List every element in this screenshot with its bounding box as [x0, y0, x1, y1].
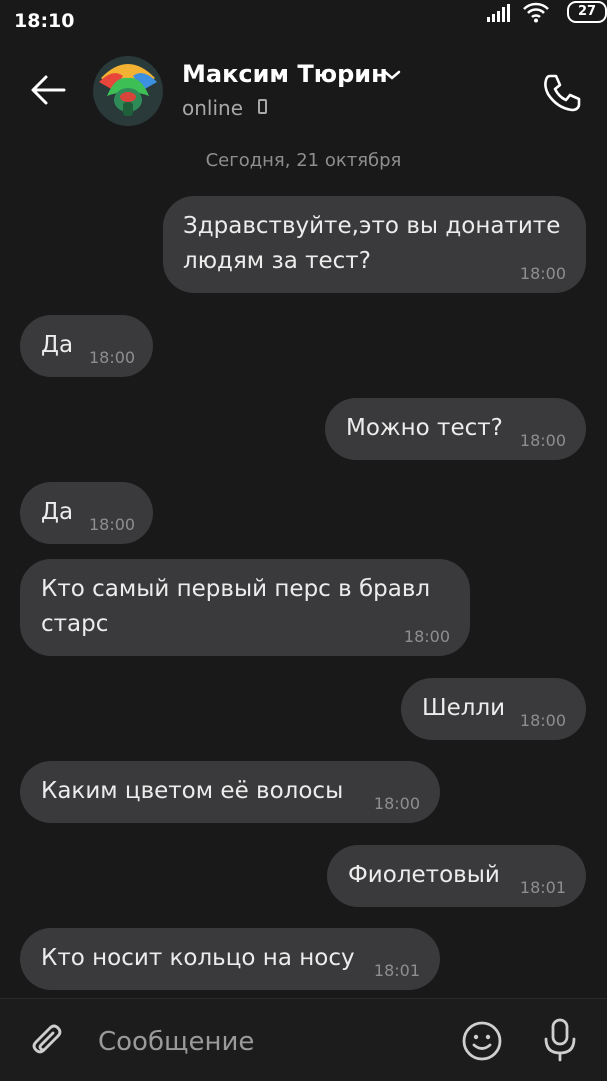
message-bubble-incoming[interactable]: Кто носит кольцо на носу 18:01	[20, 928, 440, 990]
emoji-icon[interactable]	[460, 1019, 504, 1063]
avatar[interactable]	[93, 56, 163, 126]
message-input[interactable]	[96, 1023, 440, 1061]
contact-name[interactable]: Максим Тюрин	[182, 60, 388, 88]
message-text: Можно тест?	[346, 415, 503, 441]
chevron-down-icon[interactable]	[382, 68, 402, 82]
message-bubble-outgoing[interactable]: Шелли 18:00	[401, 678, 586, 740]
contact-status: online	[182, 96, 244, 120]
call-icon[interactable]	[540, 70, 584, 114]
message-bubble-incoming[interactable]: Да 18:00	[20, 315, 153, 377]
message-bubble-incoming[interactable]: Каким цветом её волосы 18:00	[20, 761, 440, 823]
message-time: 18:00	[519, 431, 566, 450]
date-separator: Сегодня, 21 октября	[205, 150, 402, 171]
message-bubble-outgoing[interactable]: Фиолетовый 18:01	[327, 845, 586, 907]
message-text: Фиолетовый	[348, 862, 500, 888]
wifi-icon	[523, 2, 549, 23]
status-bar: 18:10 27	[0, 0, 607, 44]
chat-header: Максим Тюрин online	[0, 44, 607, 140]
phone-icon	[258, 99, 267, 114]
message-text: Кто носит кольцо на носу	[41, 945, 355, 971]
message-time: 18:01	[373, 961, 420, 980]
message-time: 18:01	[519, 878, 566, 897]
signal-icon	[487, 4, 510, 22]
message-time: 18:00	[519, 264, 566, 283]
message-text: Здравствуйте,это вы донатите людям за те…	[183, 213, 561, 274]
back-arrow-icon[interactable]	[28, 72, 68, 108]
message-bubble-outgoing[interactable]: Можно тест? 18:00	[325, 398, 586, 460]
message-text: Да	[41, 499, 74, 525]
message-time: 18:00	[403, 627, 450, 646]
message-bubble-incoming[interactable]: Да 18:00	[20, 482, 153, 544]
message-time: 18:00	[519, 711, 566, 730]
message-text: Да	[41, 332, 74, 358]
message-time: 18:00	[89, 348, 136, 367]
battery-indicator: 27	[567, 1, 607, 23]
message-text: Шелли	[422, 695, 506, 721]
message-bubble-outgoing[interactable]: Здравствуйте,это вы донатите людям за те…	[163, 196, 586, 293]
message-composer	[0, 998, 607, 1081]
status-time: 18:10	[14, 10, 75, 32]
paperclip-icon[interactable]	[28, 1021, 68, 1061]
message-bubble-incoming[interactable]: Кто самый первый перс в бравл старс 18:0…	[20, 559, 470, 656]
message-time: 18:00	[89, 515, 136, 534]
message-time: 18:00	[373, 794, 420, 813]
message-text: Каким цветом её волосы	[41, 778, 344, 804]
microphone-icon[interactable]	[542, 1017, 578, 1063]
message-text: Кто самый первый перс в бравл старс	[41, 576, 431, 637]
